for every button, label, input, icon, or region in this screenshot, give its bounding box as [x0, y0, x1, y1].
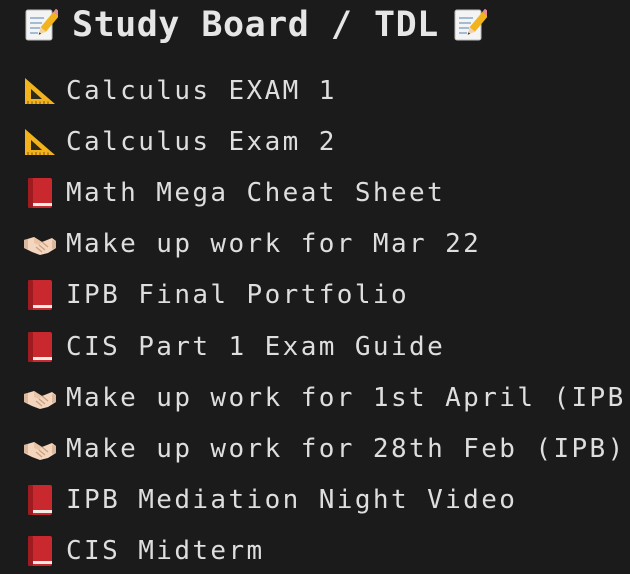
- closed-book-icon: [22, 279, 58, 311]
- closed-book-icon: [22, 331, 58, 363]
- item-label: Make up work for 1st April (IPB): [66, 382, 630, 413]
- closed-book-icon: [22, 484, 58, 516]
- item-label: Calculus EXAM 1: [66, 75, 337, 106]
- study-board-page: Study Board / TDL Calculus EXAM 1 Calcul…: [0, 0, 630, 574]
- item-label: Calculus Exam 2: [66, 126, 337, 157]
- list-item[interactable]: Make up work for 1st April (IPB): [22, 372, 630, 423]
- item-label: IPB Mediation Night Video: [66, 485, 518, 516]
- page-title: Study Board / TDL: [72, 5, 439, 45]
- item-label: Math Mega Cheat Sheet: [66, 177, 446, 208]
- item-label: CIS Midterm: [66, 536, 265, 567]
- list-item[interactable]: CIS Midterm: [22, 526, 630, 574]
- task-list: Calculus EXAM 1 Calculus Exam 2 Math Meg…: [22, 65, 630, 574]
- list-item[interactable]: CIS Part 1 Exam Guide: [22, 321, 630, 372]
- memo-icon: [453, 7, 487, 43]
- triangular-ruler-icon: [22, 126, 58, 158]
- list-item[interactable]: IPB Mediation Night Video: [22, 475, 630, 526]
- list-item[interactable]: Make up work for 28th Feb (IPB): [22, 423, 630, 474]
- closed-book-icon: [22, 177, 58, 209]
- list-item[interactable]: Make up work for Mar 22: [22, 219, 630, 270]
- item-label: Make up work for Mar 22: [66, 229, 482, 260]
- handshake-icon: [22, 228, 58, 260]
- page-header: Study Board / TDL: [24, 3, 487, 47]
- item-label: Make up work for 28th Feb (IPB): [66, 433, 626, 464]
- memo-icon: [24, 7, 58, 43]
- handshake-icon: [22, 433, 58, 465]
- item-label: IPB Final Portfolio: [66, 280, 410, 311]
- triangular-ruler-icon: [22, 75, 58, 107]
- list-item[interactable]: Calculus EXAM 1: [22, 65, 630, 116]
- closed-book-icon: [22, 535, 58, 567]
- list-item[interactable]: Calculus Exam 2: [22, 116, 630, 167]
- list-item[interactable]: IPB Final Portfolio: [22, 270, 630, 321]
- handshake-icon: [22, 382, 58, 414]
- item-label: CIS Part 1 Exam Guide: [66, 331, 446, 362]
- list-item[interactable]: Math Mega Cheat Sheet: [22, 167, 630, 218]
